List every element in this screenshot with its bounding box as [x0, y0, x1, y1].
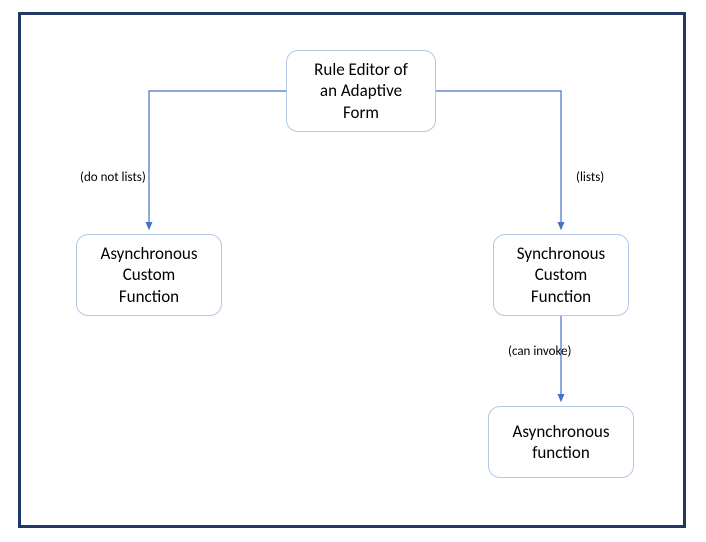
node-sync-custom: SynchronousCustomFunction: [493, 234, 629, 316]
node-rule-editor: Rule Editor ofan AdaptiveForm: [286, 50, 436, 132]
node-async-custom-label: AsynchronousCustomFunction: [100, 243, 197, 307]
node-async-function: Asynchronousfunction: [488, 406, 634, 478]
node-rule-editor-label: Rule Editor ofan AdaptiveForm: [314, 59, 408, 123]
edge-label-do-not-lists: (do not lists): [80, 170, 146, 185]
edge-label-lists: (lists): [576, 170, 604, 185]
node-async-function-label: Asynchronousfunction: [512, 421, 609, 464]
node-async-custom: AsynchronousCustomFunction: [76, 234, 222, 316]
edge-label-can-invoke: (can invoke): [508, 344, 571, 359]
node-sync-custom-label: SynchronousCustomFunction: [517, 243, 605, 307]
